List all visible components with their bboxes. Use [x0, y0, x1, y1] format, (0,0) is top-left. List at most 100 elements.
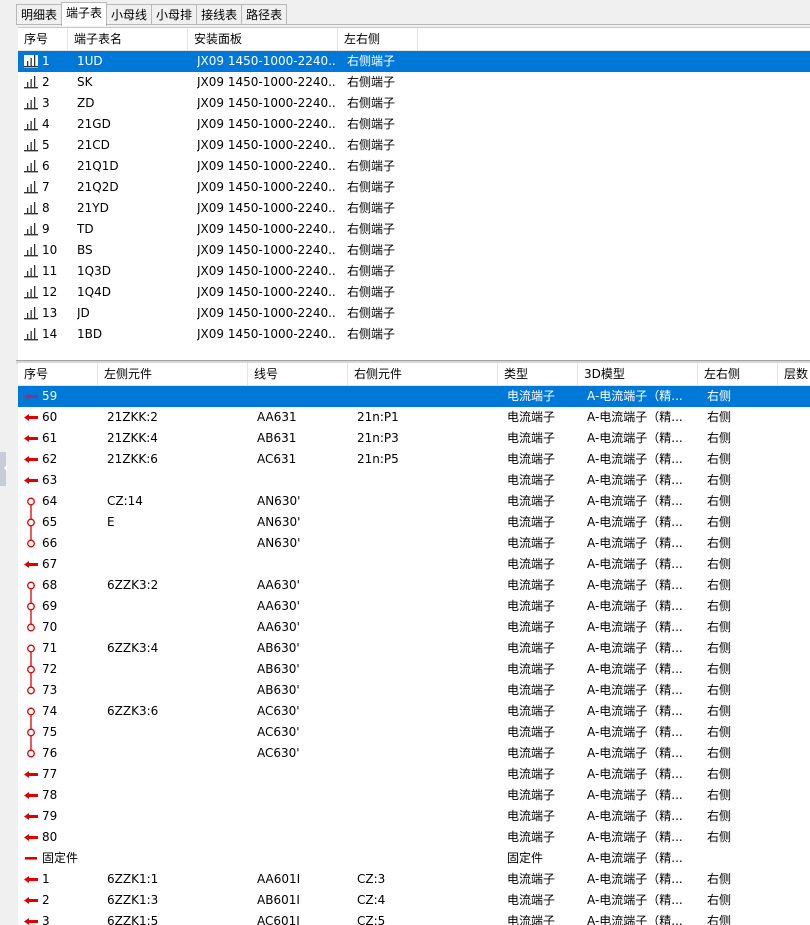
column-header[interactable]: 左右侧 — [338, 28, 418, 50]
install-panel: JX09 1450-1000-2240... — [197, 96, 337, 110]
tab-5[interactable]: 接线表 — [196, 4, 243, 25]
column-header[interactable]: 3D模型 — [578, 363, 698, 385]
table-row[interactable]: 79 电流端子 A-电流端子（精... 右侧 — [18, 806, 810, 827]
left-component — [107, 848, 247, 869]
table-row[interactable]: 76 AC630' 电流端子 A-电流端子（精... 右侧 — [18, 743, 810, 764]
right-component — [357, 848, 497, 869]
terminal-table-name: JD — [77, 306, 90, 320]
install-panel: JX09 1450-1000-2240... — [197, 201, 337, 215]
table-row[interactable]: 13 JD JX09 1450-1000-2240... 右侧端子 — [18, 303, 810, 324]
table-row[interactable]: 78 电流端子 A-电流端子（精... 右侧 — [18, 785, 810, 806]
side-value: 右侧 — [707, 809, 732, 823]
table-row[interactable]: 2 6ZZK1:3 AB601I CZ:4 电流端子 A-电流端子（精... 右侧 — [18, 890, 810, 911]
table-row[interactable]: 75 AC630' 电流端子 A-电流端子（精... 右侧 — [18, 722, 810, 743]
row-number: 69 — [42, 599, 58, 613]
tab-1[interactable]: 明细表 — [16, 4, 63, 25]
table-row[interactable]: 1 6ZZK1:1 AA601I CZ:3 电流端子 A-电流端子（精... 右侧 — [18, 869, 810, 890]
wire-number — [257, 386, 347, 407]
table-row[interactable]: 65 E AN630' 电流端子 A-电流端子（精... 右侧 — [18, 512, 810, 533]
side-collapse-handle[interactable] — [0, 452, 7, 486]
column-header[interactable]: 序号 — [18, 28, 68, 50]
side-value: 右侧 — [707, 578, 732, 592]
3d-model: A-电流端子（精... — [587, 620, 683, 634]
side-value: 右侧 — [707, 767, 732, 781]
3d-model: A-电流端子（精... — [587, 767, 683, 781]
column-header[interactable]: 线号 — [248, 363, 348, 385]
wire-number — [257, 470, 347, 491]
table-row[interactable]: 7 21Q2D JX09 1450-1000-2240... 右侧端子 — [18, 177, 810, 198]
column-header[interactable]: 安装面板 — [188, 28, 338, 50]
table-row[interactable]: 73 AB630' 电流端子 A-电流端子（精... 右侧 — [18, 680, 810, 701]
column-header[interactable]: 右侧元件 — [348, 363, 498, 385]
table-row[interactable]: 6 21Q1D JX09 1450-1000-2240... 右侧端子 — [18, 156, 810, 177]
side-value: 右侧端子 — [347, 75, 396, 89]
row-number: 62 — [42, 452, 58, 466]
terminal-type: 电流端子 — [507, 515, 556, 529]
column-header[interactable]: 左侧元件 — [98, 363, 248, 385]
tab-3[interactable]: 小母线 — [106, 4, 153, 25]
table-row[interactable]: 66 AN630' 电流端子 A-电流端子（精... 右侧 — [18, 533, 810, 554]
terminal-type: 电流端子 — [507, 893, 556, 907]
side-value: 右侧端子 — [347, 243, 396, 257]
terminal-link-icon — [24, 722, 38, 743]
terminal-type: 电流端子 — [507, 557, 556, 571]
table-row[interactable]: 68 6ZZK3:2 AA630' 电流端子 A-电流端子（精... 右侧 — [18, 575, 810, 596]
terminal-link-icon — [24, 617, 38, 634]
terminal-table-name: ZD — [77, 96, 95, 110]
terminal-table-list-pane[interactable]: 序号 端子表名 安装面板 左右侧 1 1UD JX09 1450-1000-2240...… — [18, 27, 810, 361]
column-header[interactable]: 序号 — [18, 363, 98, 385]
terminal-strip-icon — [24, 286, 38, 299]
row-number: 74 — [42, 704, 58, 718]
column-header[interactable]: 端子表名 — [68, 28, 188, 50]
table-row[interactable]: 8 21YD JX09 1450-1000-2240... 右侧端子 — [18, 198, 810, 219]
table-row[interactable]: 10 BS JX09 1450-1000-2240... 右侧端子 — [18, 240, 810, 261]
tab-4[interactable]: 小母排 — [151, 4, 198, 25]
table-row[interactable]: 74 6ZZK3:6 AC630' 电流端子 A-电流端子（精... 右侧 — [18, 701, 810, 722]
table-row[interactable]: 59 电流端子 A-电流端子（精... 右侧 — [18, 386, 810, 407]
install-panel: JX09 1450-1000-2240... — [197, 180, 337, 194]
wire-number: AN630' — [257, 536, 301, 550]
table-row[interactable]: 61 21ZKK:4 AB631 21n:P3 电流端子 A-电流端子（精... 右侧 — [18, 428, 810, 449]
row-number: 3 — [42, 96, 50, 110]
table-row[interactable]: 5 21CD JX09 1450-1000-2240... 右侧端子 — [18, 135, 810, 156]
table-row[interactable]: 14 1BD JX09 1450-1000-2240... 右侧端子 — [18, 324, 810, 345]
table-row[interactable]: 4 21GD JX09 1450-1000-2240... 右侧端子 — [18, 114, 810, 135]
table-row[interactable]: 69 AA630' 电流端子 A-电流端子（精... 右侧 — [18, 596, 810, 617]
wire-number: AB631 — [257, 431, 297, 445]
tab-2[interactable]: 端子表 — [61, 2, 108, 26]
table-row[interactable]: 9 TD JX09 1450-1000-2240... 右侧端子 — [18, 219, 810, 240]
column-header[interactable]: 层数 — [778, 363, 810, 385]
row-number: 7 — [42, 180, 50, 194]
table-row[interactable]: 64 CZ:14 AN630' 电流端子 A-电流端子（精... 右侧 — [18, 491, 810, 512]
terminal-detail-pane[interactable]: 序号 左侧元件 线号 右侧元件 类型 3D模型 左右侧 层数 59 电流端子 A-电流端子（精..… — [18, 363, 810, 925]
table-row[interactable]: 72 AB630' 电流端子 A-电流端子（精... 右侧 — [18, 659, 810, 680]
table-row[interactable]: 2 SK JX09 1450-1000-2240... 右侧端子 — [18, 72, 810, 93]
table-row[interactable]: 1 1UD JX09 1450-1000-2240... 右侧端子 — [18, 51, 810, 72]
right-component: 21n:P1 — [357, 410, 399, 424]
terminal-type: 电流端子 — [507, 620, 556, 634]
table-row[interactable]: 67 电流端子 A-电流端子（精... 右侧 — [18, 554, 810, 575]
column-header[interactable]: 类型 — [498, 363, 578, 385]
side-value: 右侧端子 — [347, 138, 396, 152]
table-row[interactable]: 63 电流端子 A-电流端子（精... 右侧 — [18, 470, 810, 491]
table-row[interactable]: 70 AA630' 电流端子 A-电流端子（精... 右侧 — [18, 617, 810, 638]
table-row[interactable]: 60 21ZKK:2 AA631 21n:P1 电流端子 A-电流端子（精... 右侧 — [18, 407, 810, 428]
tab-6[interactable]: 路径表 — [241, 4, 288, 25]
row-number: 64 — [42, 494, 58, 508]
table-row[interactable]: 12 1Q4D JX09 1450-1000-2240... 右侧端子 — [18, 282, 810, 303]
column-header[interactable]: 左右侧 — [698, 363, 778, 385]
terminal-link-icon — [24, 579, 38, 596]
terminal-detail-header: 序号 左侧元件 线号 右侧元件 类型 3D模型 左右侧 层数 — [18, 363, 810, 386]
table-row[interactable]: 固定件 固定件 A-电流端子（精... — [18, 848, 810, 869]
table-row[interactable]: 3 ZD JX09 1450-1000-2240... 右侧端子 — [18, 93, 810, 114]
table-row[interactable]: 71 6ZZK3:4 AB630' 电流端子 A-电流端子（精... 右侧 — [18, 638, 810, 659]
row-number: 72 — [42, 662, 58, 676]
table-row[interactable]: 62 21ZKK:6 AC631 21n:P5 电流端子 A-电流端子（精... 右侧 — [18, 449, 810, 470]
side-value: 右侧 — [707, 410, 732, 424]
table-row[interactable]: 80 电流端子 A-电流端子（精... 右侧 — [18, 827, 810, 848]
table-row[interactable]: 77 电流端子 A-电流端子（精... 右侧 — [18, 764, 810, 785]
row-number: 68 — [42, 578, 58, 592]
table-row[interactable]: 11 1Q3D JX09 1450-1000-2240... 右侧端子 — [18, 261, 810, 282]
3d-model: A-电流端子（精... — [587, 788, 683, 802]
table-row[interactable]: 3 6ZZK1:5 AC601I CZ:5 电流端子 A-电流端子（精... 右侧 — [18, 911, 810, 925]
